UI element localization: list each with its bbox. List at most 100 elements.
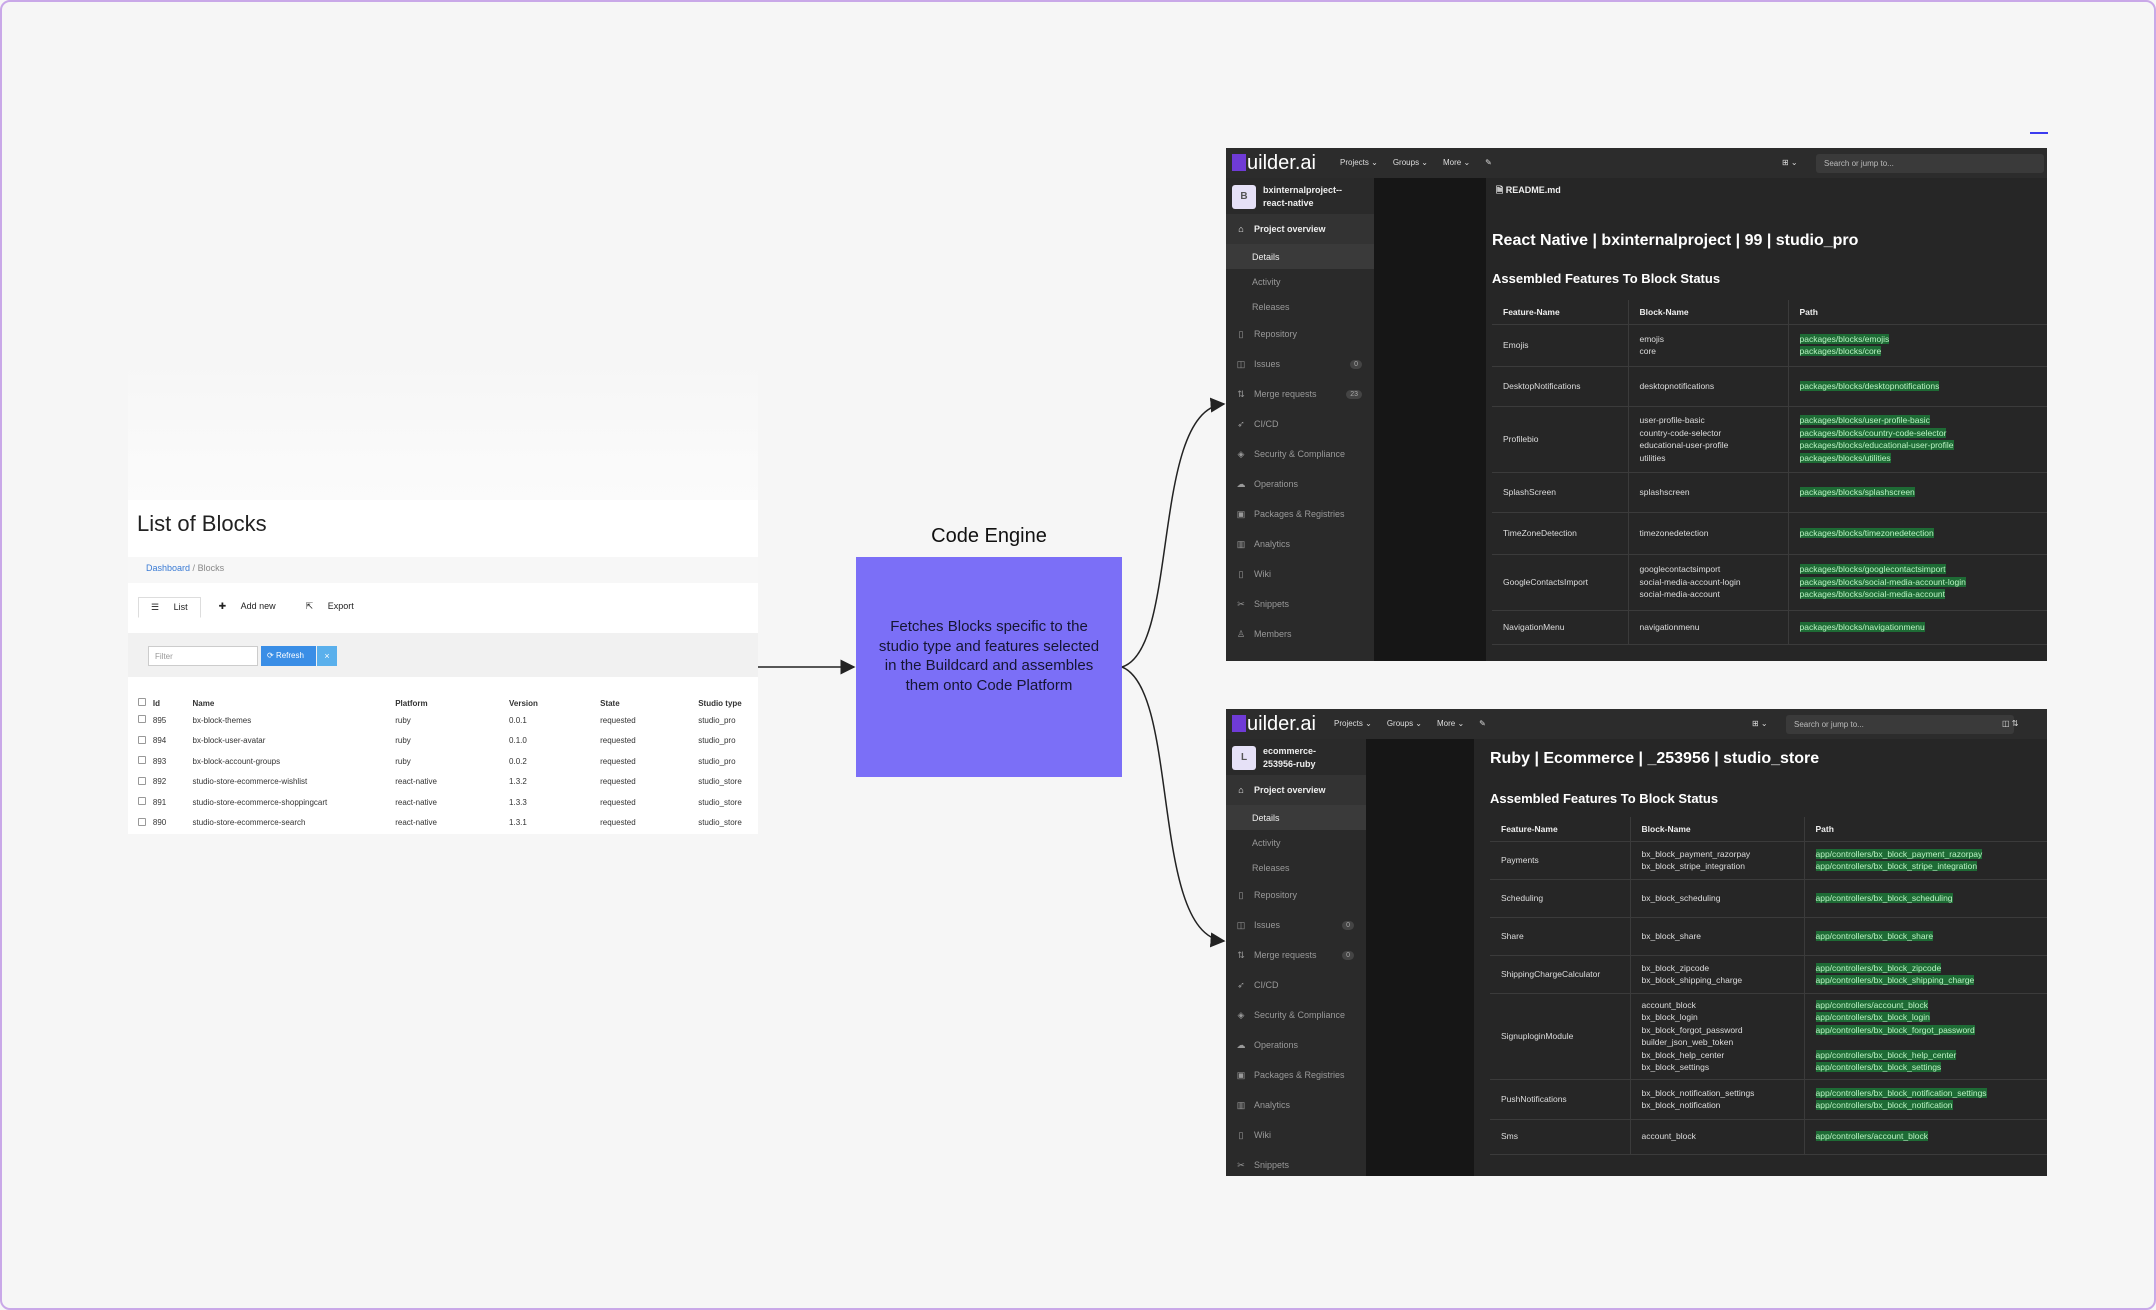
builder-logo[interactable]: uilder.ai: [1232, 713, 1316, 736]
path-link[interactable]: packages/blocks/emojis: [1799, 333, 1890, 344]
nav-groups[interactable]: Groups ⌄: [1393, 158, 1428, 167]
path-link[interactable]: app/controllers/bx_block_forgot_password: [1815, 1024, 1975, 1035]
sidebar-item[interactable]: Activity: [1226, 269, 1374, 294]
sidebar-item[interactable]: ➶ CI/CD: [1226, 970, 1366, 1000]
sidebar-item-icon: ⌂: [1238, 224, 1244, 234]
sidebar-item[interactable]: ▣ Packages & Registries: [1226, 499, 1374, 529]
path-link[interactable]: packages/blocks/googlecontactsimport: [1799, 564, 1946, 575]
project-header[interactable]: B bxinternalproject-- react-native: [1232, 184, 1342, 210]
sidebar-item[interactable]: ◫ Issues 0: [1226, 910, 1366, 940]
search-input[interactable]: Search or jump to...: [1786, 715, 2014, 734]
sidebar-item-icon: ▯: [1238, 328, 1244, 339]
path-link[interactable]: app/controllers/bx_block_help_center: [1815, 1049, 1957, 1060]
path-link[interactable]: packages/blocks/social-media-account-log…: [1799, 576, 1966, 587]
sidebar-item[interactable]: ⌂ Project overview: [1226, 214, 1374, 244]
sidebar-item[interactable]: ◈ Security & Compliance: [1226, 439, 1374, 469]
path-link[interactable]: packages/blocks/utilities: [1799, 452, 1891, 463]
project-name-line2: 253956-ruby: [1263, 759, 1316, 769]
block-name: bx_block_scheduling: [1641, 892, 1721, 903]
project-header[interactable]: L ecommerce- 253956-ruby: [1232, 745, 1316, 771]
sidebar-item-icon: ◈: [1237, 1009, 1245, 1020]
sidebar-item-label: Operations: [1254, 1040, 1299, 1050]
sidebar-item[interactable]: ▯ Repository: [1226, 319, 1374, 349]
path-link[interactable]: app/controllers/bx_block_stripe_integrat…: [1815, 861, 1978, 871]
table-row: SignuploginModule account_block bx_block_l…: [1490, 993, 2048, 1080]
sidebar-item[interactable]: ✂ Snippets: [1226, 589, 1374, 619]
nav-more[interactable]: More ⌄: [1443, 158, 1470, 167]
path-link[interactable]: packages/blocks/desktopnotifications: [1799, 380, 1940, 391]
nav-groups[interactable]: Groups ⌄: [1387, 719, 1422, 728]
search-input[interactable]: Search or jump to...: [1816, 154, 2044, 173]
path-line: app/controllers/bx_block_notification_se…: [1815, 1087, 2048, 1100]
sidebar-item[interactable]: ⇅ Merge requests 0: [1226, 940, 1366, 970]
path-link[interactable]: app/controllers/bx_block_notification: [1815, 1100, 1953, 1110]
path-link[interactable]: app/controllers/bx_block_scheduling: [1815, 892, 1953, 903]
readme-label[interactable]: 🗎 README.md: [1496, 183, 1561, 199]
path-link[interactable]: packages/blocks/educational-user-profile: [1799, 440, 1954, 450]
new-item-icon[interactable]: ⊞ ⌄: [1752, 719, 1768, 728]
path-link[interactable]: app/controllers/bx_block_login: [1815, 1012, 1930, 1022]
path-link[interactable]: app/controllers/bx_block_notification_se…: [1815, 1087, 1987, 1098]
feature-name-cell: Share: [1490, 917, 1630, 956]
path-link[interactable]: app/controllers/bx_block_share: [1815, 930, 1934, 941]
readme-subheading: Assembled Features To Block Status: [1490, 791, 1719, 806]
nav-projects[interactable]: Projects ⌄: [1334, 719, 1372, 728]
sidebar-item[interactable]: ▥ Analytics: [1226, 1090, 1366, 1120]
path-link[interactable]: packages/blocks/core: [1799, 346, 1882, 356]
sidebar-item[interactable]: Releases: [1226, 294, 1374, 319]
path-link[interactable]: app/controllers/bx_block_shipping_charge: [1815, 975, 1975, 985]
path-link[interactable]: packages/blocks/timezonedetection: [1799, 527, 1934, 538]
path-link[interactable]: app/controllers/bx_block_zipcode: [1815, 962, 1942, 973]
sidebar-item[interactable]: ▯ Wiki: [1226, 559, 1374, 589]
path-line: packages/blocks/timezonedetection: [1799, 527, 2048, 540]
sidebar-item[interactable]: ✂ Snippets: [1226, 1150, 1366, 1176]
path-link[interactable]: packages/blocks/country-code-selector: [1799, 427, 1947, 438]
path-link[interactable]: packages/blocks/navigationmenu: [1799, 621, 1925, 632]
sidebar-item-icon: ⇅: [1237, 388, 1245, 399]
block-name: bx_block_forgot_password: [1641, 1024, 1743, 1035]
sidebar-item[interactable]: Details: [1226, 244, 1374, 269]
sidebar-item[interactable]: Details: [1226, 805, 1366, 830]
sidebar-item[interactable]: ⇅ Merge requests 23: [1226, 379, 1374, 409]
nav-more[interactable]: More ⌄: [1437, 719, 1464, 728]
path-link[interactable]: app/controllers/account_block: [1815, 999, 1928, 1010]
sidebar-item[interactable]: ▥ Analytics: [1226, 529, 1374, 559]
sidebar-item[interactable]: ♙ Members: [1226, 619, 1374, 649]
path-link[interactable]: packages/blocks/social-media-account: [1799, 589, 1946, 600]
builder-logo[interactable]: uilder.ai: [1232, 152, 1316, 175]
sidebar-item[interactable]: ◈ Security & Compliance: [1226, 1000, 1366, 1030]
sidebar-item[interactable]: Releases: [1226, 855, 1366, 880]
sidebar-item-label: Releases: [1252, 862, 1290, 873]
sidebar-item[interactable]: ▣ Packages & Registries: [1226, 1060, 1366, 1090]
nav-projects[interactable]: Projects ⌄: [1340, 158, 1378, 167]
path-line: app/controllers/bx_block_help_center: [1815, 1049, 2048, 1062]
sidebar-item[interactable]: ➶ CI/CD: [1226, 409, 1374, 439]
block-name: bx_block_stripe_integration: [1641, 861, 1745, 871]
issues-icon[interactable]: ◫ ⇅: [2002, 719, 2018, 728]
wrench-icon[interactable]: ✎: [1479, 719, 1486, 728]
sidebar-item-label: Issues: [1254, 920, 1281, 930]
new-item-icon[interactable]: ⊞ ⌄: [1782, 158, 1798, 167]
sidebar-item[interactable]: ☁ Operations: [1226, 469, 1374, 499]
sidebar-item[interactable]: ◫ Issues 0: [1226, 349, 1374, 379]
block-name: bx_block_share: [1641, 930, 1702, 941]
sidebar-item[interactable]: ⌂ Project overview: [1226, 775, 1366, 805]
path-link[interactable]: app/controllers/account_block: [1815, 1131, 1928, 1142]
table-row: PushNotifications bx_block_notification_s…: [1490, 1079, 2048, 1120]
path-link[interactable]: app/controllers/bx_block_settings: [1815, 1062, 1942, 1072]
sidebar-item[interactable]: ☁ Operations: [1226, 1030, 1366, 1060]
sidebar-item[interactable]: ▯ Repository: [1226, 880, 1366, 910]
path-link[interactable]: packages/blocks/user-profile-basic: [1799, 415, 1930, 425]
sidebar-item[interactable]: ▯ Wiki: [1226, 1120, 1366, 1150]
wrench-icon[interactable]: ✎: [1485, 158, 1492, 167]
path-link[interactable]: packages/blocks/splashscreen: [1799, 486, 1915, 497]
sidebar-item-label: Details: [1252, 251, 1280, 262]
content-gutter: [1366, 739, 1474, 1176]
sidebar-item-icon: ➶: [1237, 979, 1245, 990]
sidebar-item[interactable]: Activity: [1226, 830, 1366, 855]
block-name: bx_block_payment_razorpay: [1641, 848, 1751, 859]
path-link[interactable]: app/controllers/bx_block_payment_razorpa…: [1815, 848, 1983, 859]
count-badge: 23: [1346, 389, 1362, 399]
sidebar-item-icon: ➶: [1237, 418, 1245, 429]
block-name: account_block: [1641, 999, 1696, 1010]
